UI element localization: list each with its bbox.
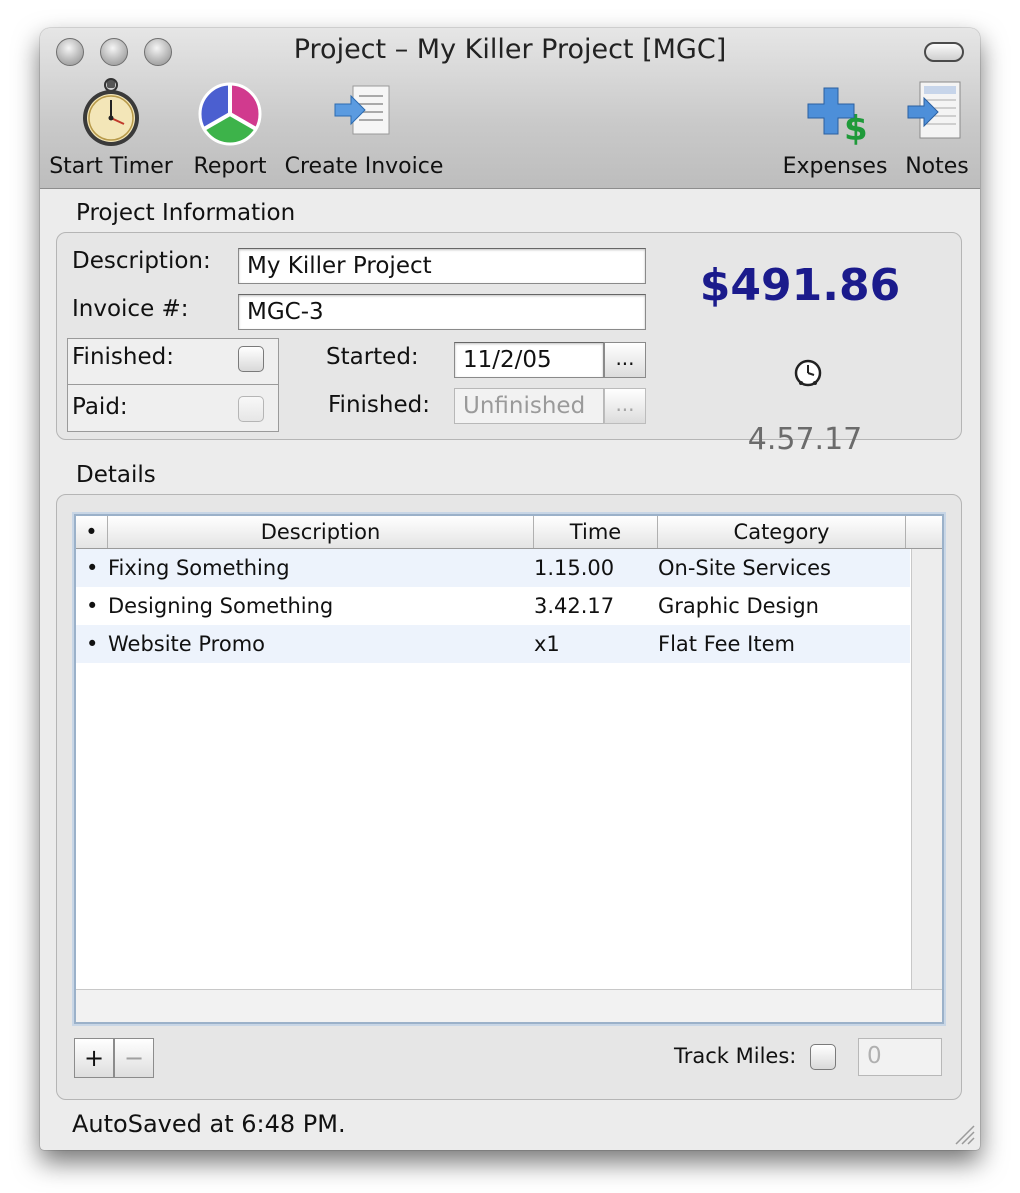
finished-checkbox[interactable] (238, 346, 264, 372)
paid-label: Paid: (72, 394, 128, 420)
create-invoice-icon (334, 85, 390, 135)
paid-checkbox[interactable] (238, 396, 264, 422)
window-title: Project – My Killer Project [MGC] (293, 34, 727, 65)
miles-field[interactable]: 0 (858, 1038, 942, 1076)
track-miles-label: Track Miles: (674, 1044, 797, 1068)
finished-label: Finished: (72, 344, 174, 370)
expenses-icon: $ (807, 87, 868, 149)
track-miles-checkbox[interactable] (810, 1044, 836, 1070)
notes-button[interactable]: Notes (902, 78, 972, 179)
row-description: Fixing Something (108, 556, 290, 580)
table-row[interactable]: • Fixing Something 1.15.00 On-Site Servi… (76, 549, 910, 587)
expenses-label: Expenses (782, 154, 888, 179)
resize-grip-icon[interactable] (952, 1122, 976, 1146)
status-message: AutoSaved at 6:48 PM. (72, 1110, 346, 1138)
stopwatch-icon (83, 78, 139, 146)
report-button[interactable]: Report (188, 78, 272, 179)
started-date-picker-button[interactable]: ... (604, 342, 646, 378)
notes-icon (907, 81, 961, 139)
toolbar-toggle-button[interactable] (924, 42, 964, 62)
column-header-category[interactable]: Category (658, 516, 906, 548)
row-description: Designing Something (108, 594, 334, 618)
row-bullet: • (86, 556, 99, 580)
titlebar-toolbar: Project – My Killer Project [MGC] Start … (40, 28, 980, 189)
row-time: x1 (534, 632, 560, 656)
row-category: Graphic Design (658, 594, 819, 618)
description-label: Description: (72, 248, 211, 274)
start-timer-label: Start Timer (49, 154, 173, 179)
report-label: Report (193, 154, 267, 179)
start-timer-button[interactable]: Start Timer (48, 78, 174, 179)
project-information-heading: Project Information (76, 200, 296, 226)
finished-date-field[interactable]: Unfinished (454, 388, 604, 424)
elapsed-time-value: 4.57.17 (747, 422, 863, 457)
row-category: Flat Fee Item (658, 632, 795, 656)
row-description: Website Promo (108, 632, 266, 656)
svg-text:$: $ (844, 109, 868, 148)
started-date-field[interactable]: 11/2/05 (454, 342, 604, 378)
started-label: Started: (326, 344, 419, 370)
invoice-number-field[interactable]: MGC-3 (238, 294, 646, 330)
details-table: • Description Time Category • Fixing Som… (74, 514, 944, 1024)
column-header-time[interactable]: Time (534, 516, 658, 548)
vertical-scrollbar[interactable] (911, 549, 942, 990)
row-time: 3.42.17 (534, 594, 615, 618)
row-time: 1.15.00 (534, 556, 615, 580)
expenses-button[interactable]: $ Expenses (776, 78, 894, 179)
row-bullet: • (86, 594, 99, 618)
project-window: Project – My Killer Project [MGC] Start … (40, 28, 980, 1150)
notes-label: Notes (905, 154, 969, 179)
table-header: • Description Time Category (76, 516, 942, 549)
column-header-description[interactable]: Description (108, 516, 534, 548)
divider (67, 384, 279, 385)
table-row[interactable]: • Website Promo x1 Flat Fee Item (76, 625, 910, 663)
description-field[interactable]: My Killer Project (238, 248, 646, 284)
create-invoice-label: Create Invoice (284, 154, 444, 179)
finished-date-label: Finished: (328, 392, 430, 418)
column-header-bullet[interactable]: • (76, 516, 108, 548)
remove-item-button[interactable]: − (114, 1038, 154, 1078)
row-category: On-Site Services (658, 556, 831, 580)
add-item-button[interactable]: + (74, 1038, 114, 1078)
finished-date-picker-button[interactable]: ... (604, 388, 646, 424)
pie-chart-icon (198, 82, 262, 146)
invoice-number-label: Invoice #: (72, 296, 189, 322)
row-bullet: • (86, 632, 99, 656)
project-total-amount: $491.86 (699, 260, 901, 311)
create-invoice-button[interactable]: Create Invoice (284, 78, 444, 179)
table-row[interactable]: • Designing Something 3.42.17 Graphic De… (76, 587, 910, 625)
horizontal-scrollbar[interactable] (76, 989, 942, 1022)
details-heading: Details (76, 462, 156, 488)
clock-icon (794, 359, 822, 387)
